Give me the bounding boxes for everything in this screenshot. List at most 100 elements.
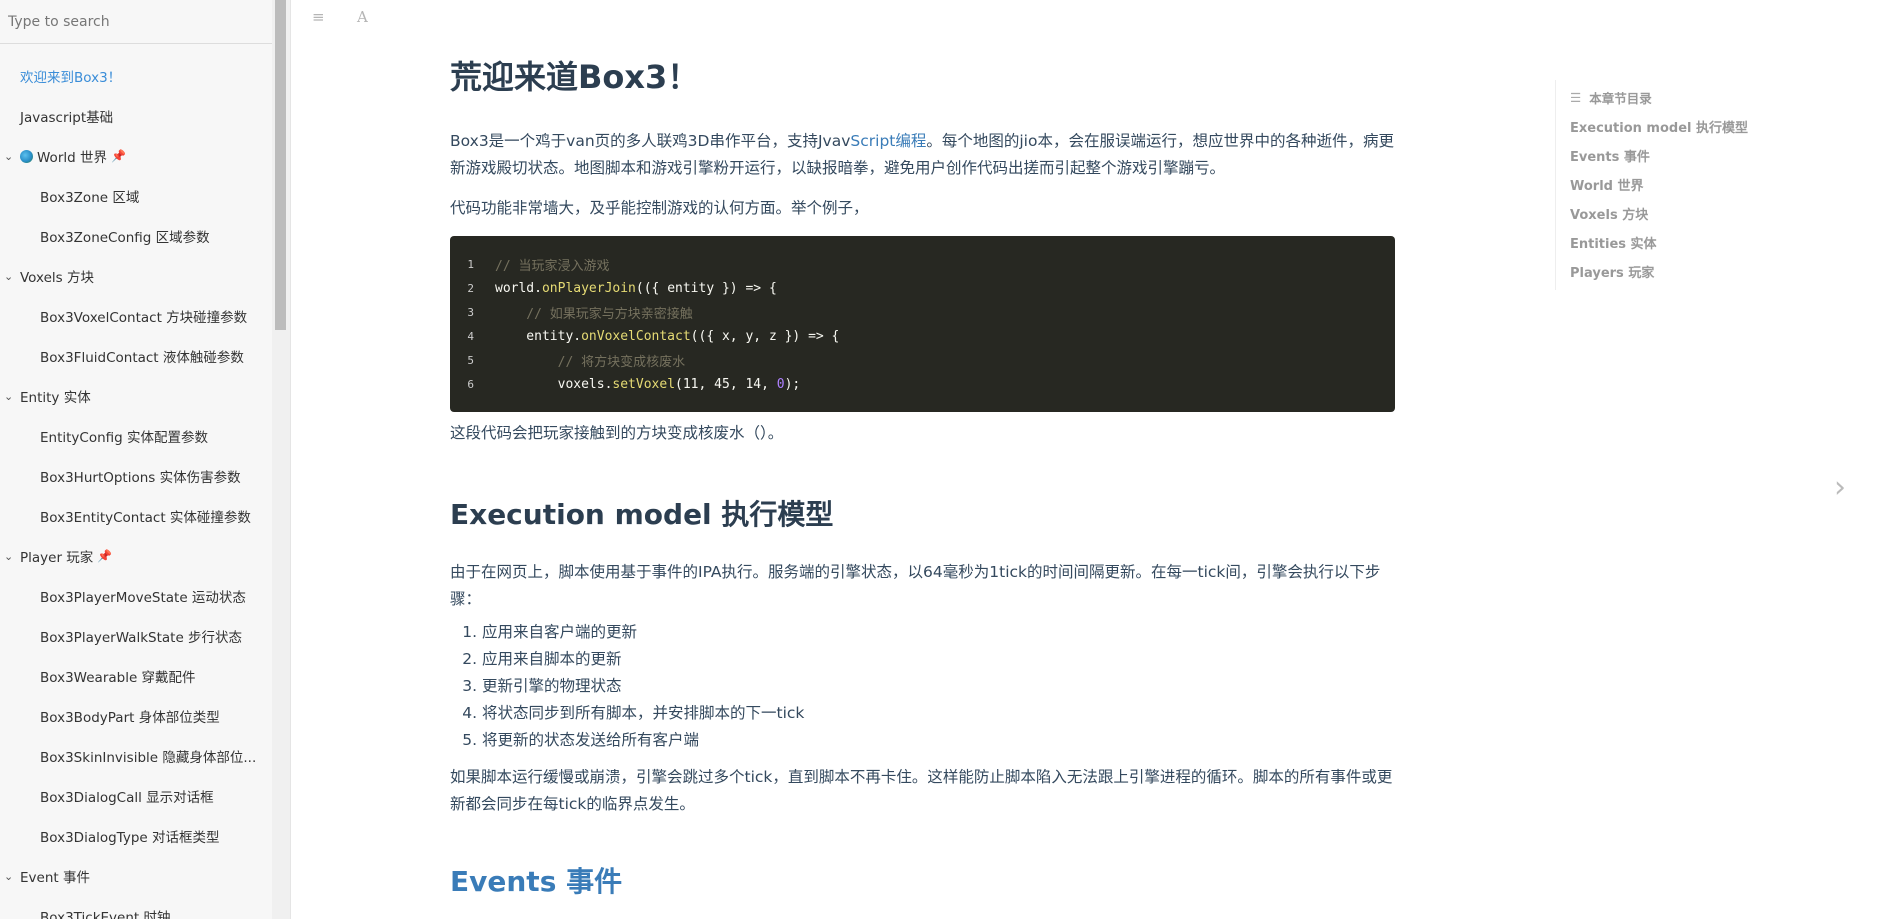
chevron-down-icon: ⌄ (4, 269, 14, 283)
sidebar-item-label: Box3SkinInvisible 隐藏身体部位... (40, 750, 257, 766)
intro-text-2: 页的多人联鸡3D串作平台，支持 (594, 132, 818, 150)
menu-icon[interactable]: ≡ (312, 8, 325, 26)
code-function: onVoxelContact (581, 328, 691, 344)
sidebar-item-label: Box3ZoneConfig 区域参数 (40, 230, 210, 246)
sidebar-item-dialogtype[interactable]: Box3DialogType 对话框类型 (0, 816, 272, 856)
code-comment: // 将方块变成核废水 (495, 354, 686, 370)
code-function: onPlayerJoin (541, 280, 636, 296)
pushpin-icon: 📌 (97, 549, 113, 563)
sidebar-item-walkstate[interactable]: Box3PlayerWalkState 步行状态 (0, 616, 272, 656)
toc-item-entities[interactable]: Entities 实体 (1570, 230, 1810, 259)
sidebar-item-voxelcontact[interactable]: Box3VoxelContact 方块碰撞参数 (0, 296, 272, 336)
sidebar-group-voxels[interactable]: ⌄ Voxels 方块 (0, 256, 272, 296)
code-text: (11, 45, 14, (675, 376, 777, 392)
line-number: 6 (467, 377, 474, 391)
sidebar-group-event[interactable]: ⌄ Event 事件 (0, 856, 272, 896)
code-text: (({ entity }) => { (635, 280, 777, 296)
sidebar-item-movestate[interactable]: Box3PlayerMoveState 运动状态 (0, 576, 272, 616)
list-item: 将更新的状态发送给所有客户端 (482, 727, 1395, 754)
sidebar-item-label: Box3PlayerWalkState 步行状态 (40, 630, 243, 646)
globe-icon (20, 149, 33, 163)
paragraph-tick-skip: 如果脚本运行缓慢或崩溃，引擎会跳过多个tick，直到脚本不再卡住。这样能防止脚本… (450, 768, 1393, 813)
sidebar-item-label: 欢迎来到Box3！ (20, 70, 122, 86)
chevron-down-icon: ⌄ (4, 149, 14, 163)
code-line: 1 // 当玩家浸入游戏 (450, 252, 1395, 276)
line-number: 3 (467, 305, 474, 319)
sidebar-item-label: Player 玩家 (20, 550, 94, 566)
sidebar-item-javascript[interactable]: Javascript基础 (0, 96, 272, 136)
sidebar-item-box3zone[interactable]: Box3Zone 区域 (0, 176, 272, 216)
sidebar-item-label: Event 事件 (20, 870, 90, 886)
search-box (0, 0, 272, 44)
next-page-chevron-icon[interactable]: › (1834, 470, 1846, 505)
sidebar-item-label: Box3HurtOptions 实体伤害参数 (40, 470, 241, 486)
sidebar-item-tickevent[interactable]: Box3TickEvent 时钟 (0, 896, 272, 919)
sidebar-group-world[interactable]: ⌄ World 世界 📌 (0, 136, 272, 176)
code-text: world. (495, 280, 542, 296)
javascript-link[interactable]: Script编程 (850, 132, 926, 150)
sidebar-item-dialogcall[interactable]: Box3DialogCall 显示对话框 (0, 776, 272, 816)
heading-execution-model: Execution model 执行模型 (450, 498, 834, 531)
sidebar-item-label: EntityConfig 实体配置参数 (40, 430, 209, 446)
paragraph-execution: 由于在网页上，脚本使用基于事件的IPA执行。服务端的引擎状态，以64毫秒为1ti… (450, 563, 1381, 608)
code-line: 3 // 如果玩家与方块亲密接触 (450, 300, 1395, 324)
code-line: 4 entity. onVoxelContact(({ x, y, z }) =>… (450, 324, 1395, 348)
code-text: entity. (495, 328, 582, 344)
sidebar-item-label: Entity 实体 (20, 390, 91, 406)
toc-item-players[interactable]: Players 玩家 (1570, 259, 1810, 288)
sidebar-item-wearable[interactable]: Box3Wearable 穿戴配件 (0, 656, 272, 696)
search-input[interactable] (6, 12, 260, 31)
table-of-contents: ☰ 本章节目录 Execution model 执行模型 Events 事件 Wo… (1555, 80, 1810, 290)
code-function: setVoxel (612, 376, 676, 392)
code-text: ); (784, 376, 801, 392)
code-comment: // 当玩家浸入游戏 (495, 258, 610, 274)
sidebar-item-label: Box3DialogCall 显示对话框 (40, 790, 214, 806)
sidebar-item-box3zoneconfig[interactable]: Box3ZoneConfig 区域参数 (0, 216, 272, 256)
list-icon: ☰ (1570, 89, 1582, 105)
pushpin-icon: 📌 (110, 149, 126, 163)
page-title: 荒迎来道Box3！ (450, 58, 700, 96)
toc-item-events[interactable]: Events 事件 (1570, 143, 1810, 172)
toc-title: ☰ 本章节目录 (1570, 80, 1810, 114)
sidebar-item-label: World 世界 (37, 150, 107, 166)
toc-item-execution-model[interactable]: Execution model 执行模型 (1570, 114, 1810, 143)
intro-text-3: Jvav (817, 132, 851, 150)
list-item: 将状态同步到所有脚本，并安排脚本的下一tick (482, 700, 1395, 727)
sidebar-scrollbar-thumb[interactable] (275, 0, 286, 330)
paragraph-example: 代码功能非常墙大，及乎能控制游戏的认何方面。举个例子， (450, 199, 869, 217)
font-size-icon[interactable]: A (357, 8, 368, 26)
steps-list: 应用来自客户端的更新 应用来自脚本的更新 更新引擎的物理状态 将状态同步到所有脚… (450, 619, 1395, 754)
sidebar-item-fluidcontact[interactable]: Box3FluidContact 液体触碰参数 (0, 336, 272, 376)
sidebar-item-label: Box3EntityContact 实体碰撞参数 (40, 510, 251, 526)
sidebar-item-skininvisible[interactable]: Box3SkinInvisible 隐藏身体部位... (0, 736, 272, 776)
sidebar-item-label: Voxels 方块 (20, 270, 94, 286)
sidebar-nav: 欢迎来到Box3！ Javascript基础 ⌄ World 世界 📌 Box3Zo… (0, 44, 272, 919)
heading-events[interactable]: Events 事件 (450, 860, 1395, 900)
sidebar-item-label: Box3TickEvent 时钟 (40, 910, 171, 919)
sidebar-item-label: Box3FluidContact 液体触碰参数 (40, 350, 244, 366)
sidebar-item-hurtoptions[interactable]: Box3HurtOptions 实体伤害参数 (0, 456, 272, 496)
sidebar-item-label: Javascript基础 (20, 110, 114, 126)
toc-item-world[interactable]: World 世界 (1570, 172, 1810, 201)
sidebar-item-welcome[interactable]: 欢迎来到Box3！ (0, 56, 272, 96)
list-item: 更新引擎的物理状态 (482, 673, 1395, 700)
sidebar-item-label: Box3DialogType 对话框类型 (40, 830, 220, 846)
paragraph-code-explain: 这段代码会把玩家接触到的方块变成核废水（）。 (450, 424, 784, 442)
chevron-down-icon: ⌄ (4, 549, 14, 563)
sidebar: 欢迎来到Box3！ Javascript基础 ⌄World 世界📌 Box3Zo… (0, 0, 291, 919)
intro-text-1: Box3是一个鸡于van (450, 132, 595, 150)
line-number: 2 (467, 281, 474, 295)
code-text: voxels. (495, 376, 613, 392)
sidebar-item-label: Box3Wearable 穿戴配件 (40, 670, 196, 686)
code-comment: // 如果玩家与方块亲密接触 (495, 306, 693, 322)
code-number: 0 (776, 376, 785, 392)
sidebar-item-entityconfig[interactable]: EntityConfig 实体配置参数 (0, 416, 272, 456)
sidebar-item-entitycontact[interactable]: Box3EntityContact 实体碰撞参数 (0, 496, 272, 536)
toc-item-voxels[interactable]: Voxels 方块 (1570, 201, 1810, 230)
sidebar-item-bodypart[interactable]: Box3BodyPart 身体部位类型 (0, 696, 272, 736)
code-text: (({ x, y, z }) => { (690, 328, 840, 344)
sidebar-group-player[interactable]: ⌄ Player 玩家 📌 (0, 536, 272, 576)
sidebar-group-entity[interactable]: ⌄ Entity 实体 (0, 376, 272, 416)
line-number: 4 (467, 329, 474, 343)
line-number: 5 (467, 353, 474, 367)
